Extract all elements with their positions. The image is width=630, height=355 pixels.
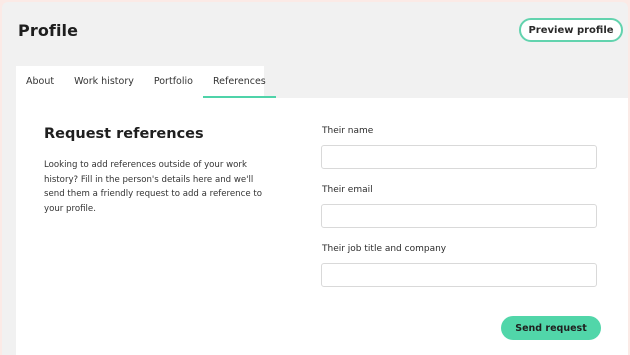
profile-tabs: About Work history Portfolio References (16, 66, 276, 98)
section-heading: Request references (44, 126, 204, 142)
references-panel: Request references Looking to add refere… (16, 98, 628, 355)
send-request-button[interactable]: Send request (501, 316, 601, 340)
tab-work-history[interactable]: Work history (64, 66, 144, 98)
section-description: Looking to add references outside of you… (44, 160, 262, 214)
job-title-label: Their job title and company (322, 244, 447, 254)
page-title: Profile (18, 21, 79, 40)
tab-references[interactable]: References (202, 66, 276, 98)
name-label: Their name (322, 126, 374, 136)
email-field[interactable] (321, 204, 597, 228)
preview-profile-button[interactable]: Preview profile (519, 18, 623, 42)
profile-page: Profile Preview profile About Work histo… (2, 2, 628, 355)
tab-about[interactable]: About (16, 66, 64, 98)
tab-portfolio[interactable]: Portfolio (144, 66, 203, 98)
email-label: Their email (322, 185, 373, 195)
name-field[interactable] (321, 145, 597, 169)
job-title-company-field[interactable] (321, 263, 597, 287)
